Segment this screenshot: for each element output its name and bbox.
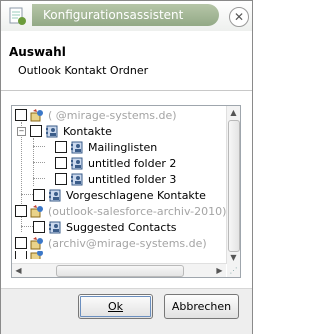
ok-button-label: Ok xyxy=(107,300,124,313)
tree-guide-line xyxy=(33,162,45,163)
wizard-window: Konfigurationsassistent ✕ Auswahl Outloo… xyxy=(0,0,253,334)
page-title: Auswahl xyxy=(9,45,66,59)
horizontal-scroll-thumb[interactable] xyxy=(56,265,184,277)
contacts-folder-icon xyxy=(71,157,83,169)
tree-item-partial xyxy=(15,251,48,259)
header-divider xyxy=(1,90,252,91)
wizard-header xyxy=(1,31,252,89)
close-button[interactable]: ✕ xyxy=(229,7,249,27)
tree-item[interactable]: Mailinglisten xyxy=(55,139,157,155)
tree-item-label: Kontakte xyxy=(63,124,112,138)
tree-guide-line xyxy=(21,226,33,227)
tree-item[interactable]: (archiv@mirage-systems.de) xyxy=(15,235,207,251)
tree-item-label: ( @mirage-systems.de) xyxy=(48,108,177,122)
tree-item[interactable]: Vorgeschlagene Kontakte xyxy=(33,187,206,203)
contacts-folder-icon xyxy=(71,141,83,153)
tree-item[interactable]: (outlook-salesforce-archiv-2010) xyxy=(15,203,226,219)
tree-item[interactable]: untitled folder 2 xyxy=(55,155,176,171)
tree-item[interactable]: Suggested Contacts xyxy=(33,219,177,235)
tree-item-label: Suggested Contacts xyxy=(66,220,177,234)
contacts-folder-icon xyxy=(49,221,61,233)
scroll-right-icon[interactable]: ▶ xyxy=(213,264,226,277)
tree-item-label: untitled folder 3 xyxy=(88,172,177,186)
collapse-toggle[interactable]: − xyxy=(17,126,26,136)
tree-item-label: untitled folder 2 xyxy=(88,156,177,170)
pst-store-icon xyxy=(30,251,43,259)
folder-tree[interactable]: ( @mirage-systems.de) − Kontakte Mailing… xyxy=(11,105,241,278)
contacts-folder-icon xyxy=(71,173,83,185)
tree-item-checkbox[interactable] xyxy=(55,141,67,153)
tree-item[interactable]: − Kontakte xyxy=(17,123,112,139)
scroll-left-icon[interactable]: ◀ xyxy=(12,264,25,277)
horizontal-scrollbar[interactable]: ◀ ▶ xyxy=(12,263,226,277)
close-icon: ✕ xyxy=(233,10,245,24)
tree-item-label: Vorgeschlagene Kontakte xyxy=(66,188,206,202)
title-bar: Konfigurationsassistent ✕ xyxy=(1,1,252,31)
page-subtitle: Outlook Kontakt Ordner xyxy=(18,64,149,77)
cancel-button[interactable]: Abbrechen xyxy=(164,294,239,319)
ok-button[interactable]: Ok xyxy=(78,294,153,319)
tree-guide-line xyxy=(33,178,45,179)
tree-item-checkbox[interactable] xyxy=(55,173,67,185)
tree-item-checkbox xyxy=(15,251,27,259)
pst-store-icon xyxy=(30,204,43,217)
tree-item-checkbox[interactable] xyxy=(15,205,27,217)
pst-store-icon xyxy=(30,236,43,249)
wizard-app-icon xyxy=(9,7,26,25)
tree-item-label: (archiv@mirage-systems.de) xyxy=(48,236,207,250)
contacts-folder-icon xyxy=(49,189,61,201)
tree-item-checkbox[interactable] xyxy=(15,109,27,121)
tree-guide-line xyxy=(33,146,45,147)
resize-grip-icon[interactable]: ⋰ xyxy=(227,264,240,277)
scroll-up-icon[interactable]: ▲ xyxy=(227,106,240,119)
pst-store-icon xyxy=(30,108,43,121)
scroll-down-icon[interactable]: ▼ xyxy=(227,251,240,264)
vertical-scrollbar[interactable]: ▲ ▼ xyxy=(226,106,240,264)
tree-item-checkbox[interactable] xyxy=(30,125,42,137)
tree-item[interactable]: untitled folder 3 xyxy=(55,171,176,187)
vertical-scroll-thumb[interactable] xyxy=(228,120,240,252)
tree-guide-line xyxy=(21,194,33,195)
tree-item-checkbox[interactable] xyxy=(55,157,67,169)
tree-item-label: Mailinglisten xyxy=(88,140,158,154)
tree-item-checkbox[interactable] xyxy=(33,221,45,233)
tree-item-checkbox[interactable] xyxy=(33,189,45,201)
cancel-button-label: Abbrechen xyxy=(171,300,232,313)
window-title: Konfigurationsassistent xyxy=(43,8,184,22)
tree-item-checkbox[interactable] xyxy=(15,237,27,249)
tree-item[interactable]: ( @mirage-systems.de) xyxy=(15,107,177,123)
tree-item-label: (outlook-salesforce-archiv-2010) xyxy=(48,204,227,218)
contacts-folder-icon xyxy=(46,125,58,137)
